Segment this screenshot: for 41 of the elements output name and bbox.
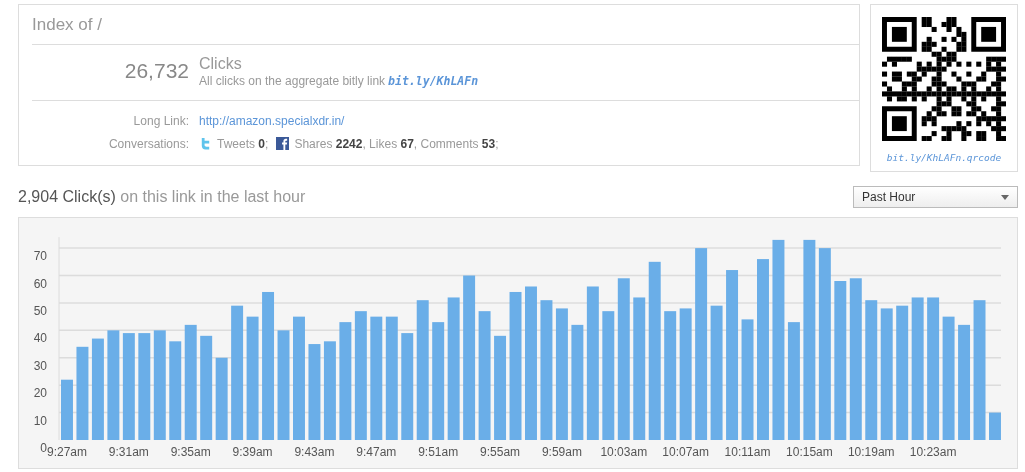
- conversation-counts: Tweets 0;: [217, 136, 269, 151]
- x-axis-label: 9:31am: [108, 445, 149, 459]
- y-axis-label: 20: [33, 386, 47, 401]
- x-axis-label: 10:23am: [909, 445, 957, 459]
- x-axis-label: 9:27am: [46, 445, 87, 459]
- x-axis-label: 9:51am: [418, 445, 459, 459]
- y-axis-label: 60: [33, 276, 47, 291]
- click-count: 26,732: [123, 58, 189, 84]
- y-axis-label: 10: [33, 413, 47, 428]
- chart-bar: [989, 412, 1001, 440]
- detail-label: Conversations:: [107, 136, 189, 151]
- x-axis-label: 9:55am: [480, 445, 521, 459]
- y-axis-label: 40: [33, 331, 47, 346]
- page-title: Index of /: [32, 15, 859, 45]
- caret-icon: [1001, 194, 1009, 200]
- x-axis-label: 9:47am: [356, 445, 397, 459]
- short-link[interactable]: bit.ly/KhLAFn: [388, 74, 479, 88]
- x-axis-label: 10:07am: [662, 445, 709, 459]
- x-axis-label: 9:43am: [294, 445, 335, 459]
- x-axis-label: 10:11am: [724, 445, 771, 459]
- x-axis-label: 10:19am: [847, 445, 895, 459]
- qr-code-link[interactable]: bit.ly/KhLAFn.qrcode: [886, 152, 1002, 163]
- range-dropdown[interactable]: Past Hour: [853, 186, 1018, 208]
- detail-label: Long Link:: [132, 113, 189, 128]
- y-axis-label: 50: [33, 303, 47, 318]
- x-axis-label: 10:15am: [786, 445, 833, 459]
- x-axis-label: 10:03am: [600, 445, 648, 459]
- chart-bar: [61, 379, 73, 440]
- x-axis-label: 9:39am: [232, 445, 273, 459]
- bird-icon: [199, 137, 212, 150]
- y-axis-label: 30: [33, 358, 47, 373]
- conversation-counts: Shares 2242, Likes 67, Comments 53;: [294, 136, 499, 151]
- clicks-label: Clicks: [199, 55, 243, 73]
- y-axis-label: 0: [40, 441, 47, 455]
- clicks-description: All clicks on the aggregate bitly link: [199, 74, 386, 88]
- facebook-icon: [276, 137, 290, 150]
- y-axis-label: 70: [33, 249, 47, 264]
- x-axis-label: 9:35am: [170, 445, 211, 459]
- long-link[interactable]: http://amazon.specialxdr.in/: [199, 113, 345, 128]
- hourly-summary: 2,904 Click(s) on this link in the last hour: [18, 188, 306, 206]
- x-axis-label: 9:59am: [541, 445, 582, 459]
